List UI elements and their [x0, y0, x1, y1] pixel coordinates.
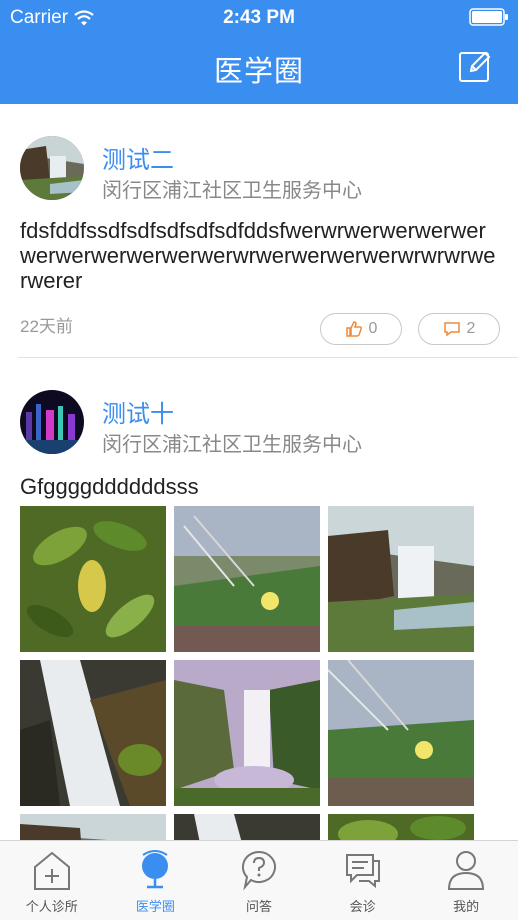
page-title: 医学圈: [213, 56, 304, 88]
tab-bar: 个人诊所 医学圈 问答 会诊 我的: [0, 840, 518, 920]
post-photo[interactable]: [174, 814, 320, 840]
post-photo[interactable]: [174, 660, 320, 806]
tab-label: 个人诊所: [25, 899, 78, 914]
battery-icon: [469, 8, 508, 26]
house-plus-icon: [33, 851, 70, 890]
globe-icon: [142, 850, 169, 889]
post-photo[interactable]: [328, 814, 474, 840]
feed-list[interactable]: 测试二 闵行区浦江社区卫生服务中心 fdsfddfssdfsdfsdfsdfsd…: [0, 104, 518, 840]
post-photo[interactable]: [328, 506, 474, 652]
post-author-name[interactable]: 测试二: [102, 140, 174, 175]
question-bubble-icon: [241, 850, 276, 891]
feed-post[interactable]: 测试二 闵行区浦江社区卫生服务中心 fdsfddfssdfsdfsdfsdfsd…: [18, 104, 518, 358]
tab-mine[interactable]: 我的: [414, 841, 518, 920]
post-photo[interactable]: [20, 660, 166, 806]
chat-bubbles-icon: [345, 854, 380, 889]
tab-label: 会诊: [349, 899, 376, 914]
avatar[interactable]: [20, 390, 84, 454]
tab-consultation[interactable]: 会诊: [311, 841, 415, 920]
top-bar: Carrier 2:43 PM 医学圈: [0, 0, 518, 104]
post-photo[interactable]: [174, 506, 320, 652]
tab-label: 医学圈: [135, 899, 175, 914]
compose-icon[interactable]: [458, 49, 492, 83]
tab-label: 问答: [245, 899, 272, 914]
post-author-org: 闵行区浦江社区卫生服务中心: [102, 180, 362, 202]
post-content[interactable]: Gfggggddddddsss: [20, 474, 199, 500]
comment-count: 2: [466, 320, 476, 337]
post-photo[interactable]: [20, 506, 166, 652]
like-button[interactable]: 0: [320, 313, 402, 345]
post-time: 22天前: [20, 317, 73, 336]
avatar[interactable]: [20, 136, 84, 200]
post-photo[interactable]: [328, 660, 474, 806]
post-content[interactable]: fdsfddfssdfsdfsdfsdfsdfddsfwerwrwerwerwe…: [20, 218, 500, 293]
thumbs-up-icon: [345, 321, 362, 337]
post-author-name[interactable]: 测试十: [102, 394, 174, 429]
post-author-org: 闵行区浦江社区卫生服务中心: [102, 434, 362, 456]
post-photo[interactable]: [20, 814, 166, 840]
tab-qa[interactable]: 问答: [207, 841, 311, 920]
tab-label: 我的: [453, 899, 480, 914]
comment-button[interactable]: 2: [418, 313, 500, 345]
person-icon: [448, 851, 485, 890]
tab-clinic[interactable]: 个人诊所: [0, 841, 104, 920]
feed-post[interactable]: 测试十 闵行区浦江社区卫生服务中心 Gfggggddddddsss: [18, 358, 518, 840]
like-count: 0: [368, 320, 378, 337]
tab-medical-circle[interactable]: 医学圈: [104, 841, 208, 920]
status-bar: Carrier 2:43 PM: [0, 0, 518, 34]
status-time: 2:43 PM: [223, 7, 295, 28]
comment-icon: [443, 322, 460, 337]
